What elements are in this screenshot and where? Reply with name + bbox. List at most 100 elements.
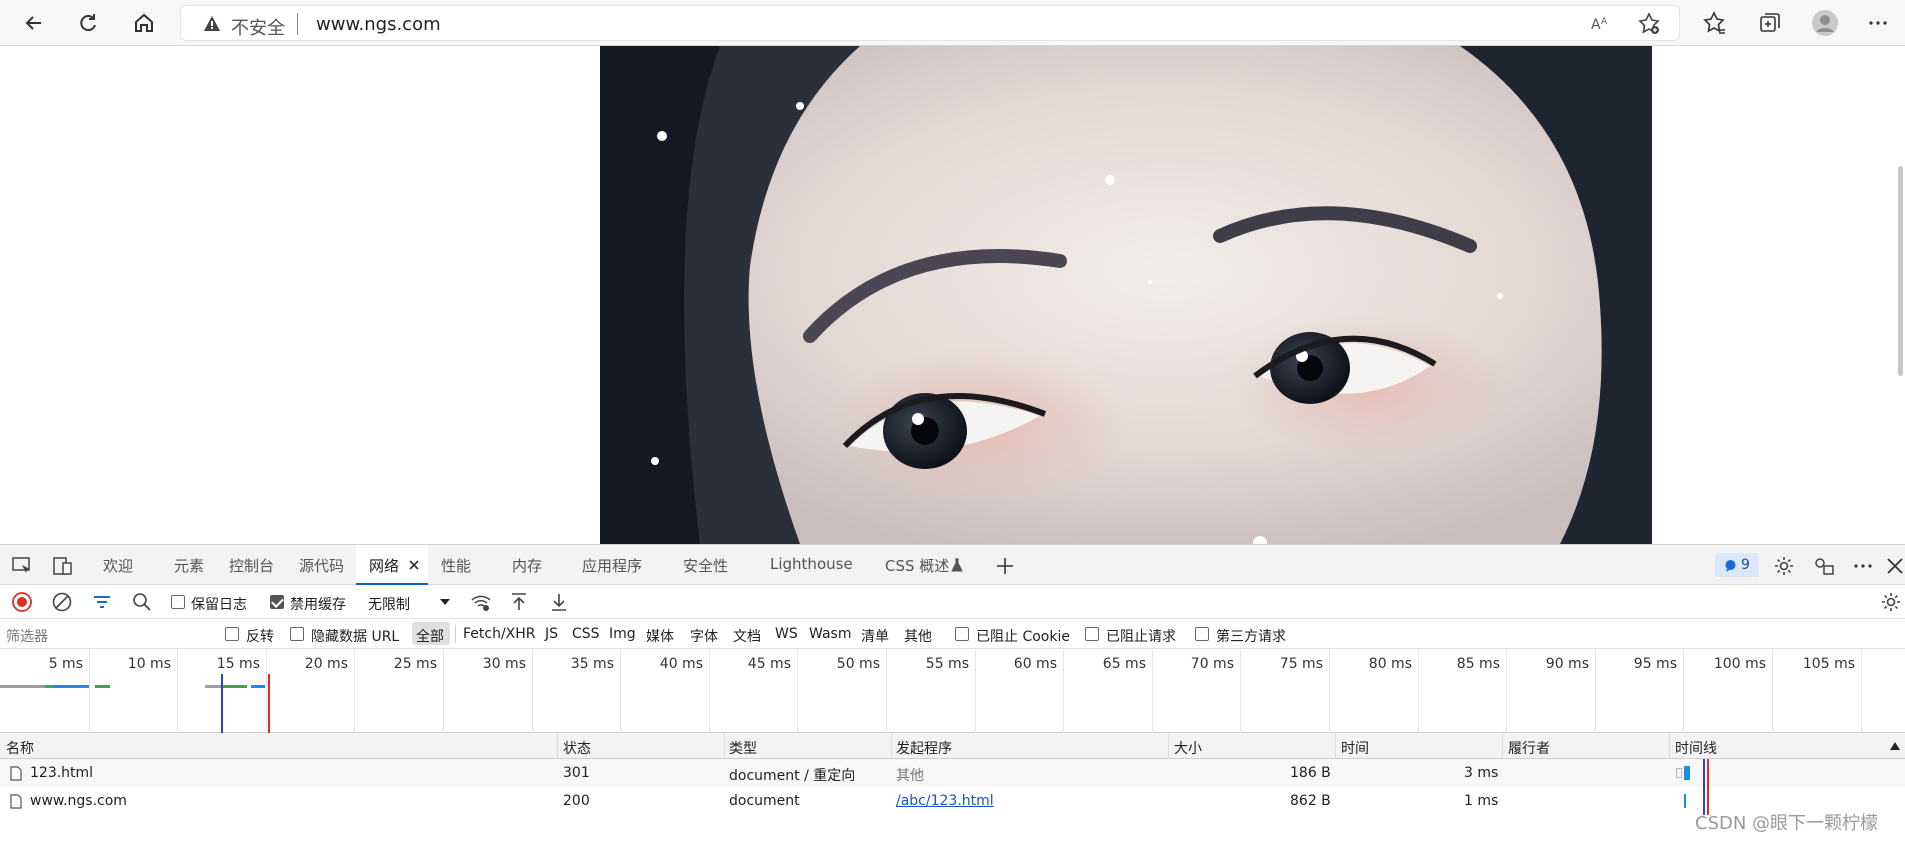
filter-css[interactable]: CSS: [572, 626, 600, 642]
request-name[interactable]: 123.html: [30, 765, 93, 781]
tab-memory[interactable]: 内存: [512, 555, 542, 576]
filter-fetch-xhr[interactable]: Fetch/XHR: [463, 626, 536, 642]
table-row[interactable]: www.ngs.com 200 document /abc/123.html 8…: [0, 787, 1905, 815]
overview-gridline: [177, 649, 178, 733]
filter-media[interactable]: 媒体: [646, 626, 674, 646]
address-separator: [297, 13, 298, 35]
blocked-requests-checkbox[interactable]: [1085, 627, 1099, 641]
tab-welcome[interactable]: 欢迎: [103, 555, 133, 576]
overview-tick-label: 75 ms: [1279, 656, 1323, 672]
third-party-checkbox[interactable]: [1195, 627, 1209, 641]
throttling-value: 无限制: [368, 597, 410, 613]
tab-lighthouse[interactable]: Lighthouse: [770, 555, 853, 573]
import-har-icon[interactable]: [508, 591, 530, 613]
customize-devtools-icon[interactable]: [1813, 555, 1835, 577]
preserve-log-checkbox[interactable]: [171, 595, 185, 609]
home-icon: [135, 13, 153, 32]
issues-badge[interactable]: 9: [1715, 553, 1759, 577]
overview-gridline: [1152, 649, 1153, 733]
tab-performance[interactable]: 性能: [441, 555, 471, 576]
close-devtools-icon[interactable]: [1884, 555, 1905, 577]
more-options-icon[interactable]: [1852, 555, 1874, 577]
network-filter-bar: 筛选器 反转 隐藏数据 URL 全部 Fetch/XHR JS CSS Img …: [0, 619, 1905, 649]
warning-icon: [204, 16, 220, 31]
refresh-button[interactable]: [72, 7, 104, 39]
filter-js[interactable]: JS: [545, 626, 558, 642]
request-size: 186 B: [1290, 765, 1331, 781]
filter-all[interactable]: 全部: [416, 626, 444, 646]
overview-tick-label: 105 ms: [1802, 656, 1855, 672]
network-toolbar: 保留日志 禁用缓存 无限制: [0, 585, 1905, 619]
tab-sources[interactable]: 源代码: [299, 555, 344, 576]
favorites-button[interactable]: [1700, 8, 1730, 38]
document-icon: [10, 766, 22, 781]
request-initiator: 其他: [896, 768, 924, 784]
export-har-icon[interactable]: [548, 591, 570, 613]
invert-label: 反转: [246, 629, 274, 645]
read-aloud-icon[interactable]: AA: [1589, 12, 1613, 36]
overview-gridline: [709, 649, 710, 733]
clear-icon[interactable]: [51, 591, 73, 613]
back-button[interactable]: [18, 7, 50, 39]
add-tab-icon[interactable]: [994, 555, 1016, 577]
filter-icon[interactable]: [91, 591, 113, 613]
avatar: [1812, 10, 1838, 36]
filter-other[interactable]: 其他: [904, 626, 932, 646]
overview-tick-label: 85 ms: [1456, 656, 1500, 672]
collections-button[interactable]: [1755, 8, 1785, 38]
overview-bar-1: [0, 685, 110, 688]
filter-input[interactable]: 筛选器: [6, 626, 48, 646]
invert-checkbox[interactable]: [225, 627, 239, 641]
tab-elements[interactable]: 元素: [174, 555, 204, 576]
disable-cache-checkbox[interactable]: [270, 595, 284, 609]
request-type: document / 重定向: [729, 768, 856, 784]
overview-bar-2: [205, 685, 265, 688]
tab-console[interactable]: 控制台: [229, 555, 274, 576]
waterfall-bar: [1684, 794, 1686, 808]
filter-manifest[interactable]: 清单: [861, 626, 889, 646]
tab-security[interactable]: 安全性: [683, 555, 728, 576]
overview-tick-label: 100 ms: [1713, 656, 1766, 672]
throttling-select[interactable]: 无限制: [362, 590, 454, 614]
filter-img[interactable]: Img: [609, 626, 636, 642]
filter-font[interactable]: 字体: [690, 626, 718, 646]
page-scrollbar[interactable]: [1898, 166, 1903, 376]
devtools-panel: 欢迎 元素 控制台 源代码 网络 性能 内存 应用程序 安全性 Lighthou…: [0, 544, 1905, 844]
add-favorite-icon[interactable]: [1637, 12, 1661, 36]
tab-css-overview[interactable]: CSS 概述: [885, 555, 949, 576]
request-name[interactable]: www.ngs.com: [30, 793, 127, 809]
blocked-requests-label: 已阻止请求: [1106, 629, 1176, 645]
request-initiator-link[interactable]: /abc/123.html: [896, 793, 994, 809]
close-tab-icon[interactable]: [408, 559, 420, 571]
table-row[interactable]: 123.html 301 document / 重定向 其他 186 B 3 m…: [0, 759, 1905, 787]
inspect-element-icon[interactable]: [11, 555, 33, 577]
blocked-cookies-checkbox[interactable]: [955, 627, 969, 641]
filter-ws[interactable]: WS: [775, 626, 798, 642]
more-menu-button[interactable]: [1863, 8, 1893, 38]
network-settings-gear-icon[interactable]: [1880, 591, 1902, 613]
overview-gridline: [797, 649, 798, 733]
overview-gridline: [886, 649, 887, 733]
overview-gridline: [443, 649, 444, 733]
settings-gear-icon[interactable]: [1773, 555, 1795, 577]
hide-data-urls-checkbox[interactable]: [290, 627, 304, 641]
overview-gridline: [532, 649, 533, 733]
overview-tick-label: 70 ms: [1190, 656, 1234, 672]
search-icon[interactable]: [131, 591, 153, 613]
record-stop-icon[interactable]: [11, 591, 33, 613]
overview-tick-label: 65 ms: [1102, 656, 1146, 672]
filter-doc[interactable]: 文档: [733, 626, 761, 646]
filter-wasm[interactable]: Wasm: [809, 626, 851, 642]
network-overview[interactable]: 5 ms 10 ms 15 ms 20 ms 25 ms 30 ms 35 ms 40 ms 4…: [0, 649, 1905, 733]
request-size: 862 B: [1290, 793, 1331, 809]
tab-network[interactable]: 网络: [369, 555, 399, 576]
tab-application[interactable]: 应用程序: [582, 555, 642, 576]
address-bar[interactable]: 不安全 www.ngs.com AA: [180, 5, 1680, 41]
device-emulation-icon[interactable]: [51, 555, 73, 577]
profile-button[interactable]: [1810, 8, 1840, 38]
load-event-marker: [268, 674, 270, 733]
network-conditions-icon[interactable]: [470, 591, 492, 613]
svg-text:A: A: [1591, 17, 1601, 33]
home-button[interactable]: [128, 7, 160, 39]
url-text[interactable]: www.ngs.com: [316, 14, 441, 35]
